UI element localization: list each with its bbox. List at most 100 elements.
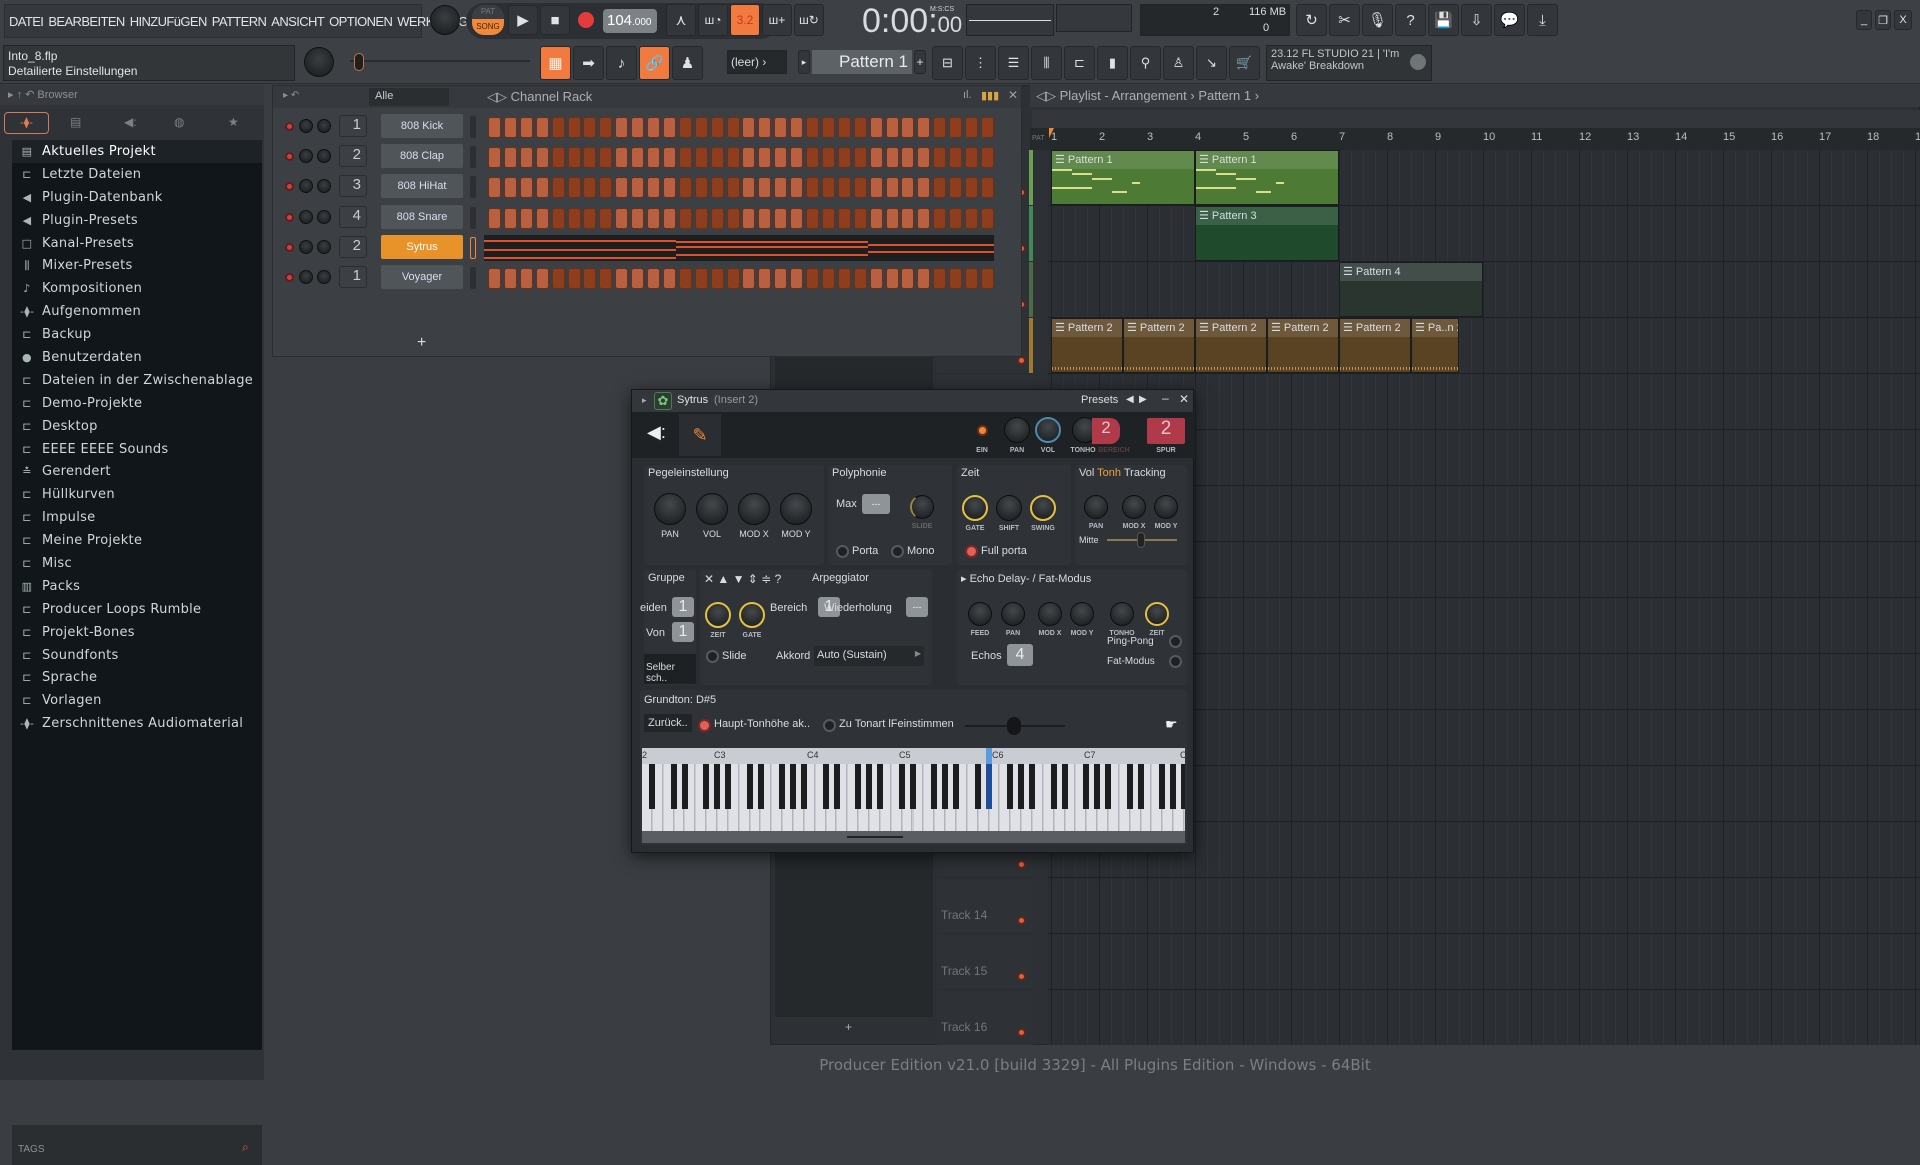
- tracking-pan-knob[interactable]: [1084, 495, 1108, 519]
- channel-name-button[interactable]: 808 Snare: [381, 204, 463, 229]
- step-button[interactable]: [901, 207, 915, 229]
- step-button[interactable]: [551, 117, 565, 138]
- step-button[interactable]: [742, 147, 756, 169]
- ein-led[interactable]: [977, 425, 988, 436]
- channel-pan-knob[interactable]: [299, 179, 313, 194]
- browser-item[interactable]: ▤ Aktuelles Projekt: [12, 140, 262, 163]
- step-button[interactable]: [869, 117, 883, 138]
- black-key[interactable]: [724, 764, 732, 809]
- step-button[interactable]: [980, 177, 994, 199]
- step-button[interactable]: [869, 147, 883, 169]
- step-button[interactable]: [965, 207, 978, 229]
- channel-pan-knob[interactable]: [299, 119, 313, 133]
- minimize-button[interactable]: _: [1856, 10, 1872, 30]
- tracking-mod-y-knob[interactable]: [1154, 495, 1178, 519]
- step-button[interactable]: [901, 177, 915, 199]
- add-channel-button[interactable]: +: [417, 334, 426, 352]
- step-button[interactable]: [503, 207, 517, 229]
- pegel-vol-knob[interactable]: [696, 493, 728, 525]
- presets-button[interactable]: Presets: [1081, 394, 1118, 406]
- step-button[interactable]: [949, 268, 963, 289]
- channel-volume-knob[interactable]: [317, 179, 331, 194]
- channel-name-button[interactable]: 808 HiHat: [381, 174, 463, 199]
- browser-item[interactable]: ● Benutzerdaten: [12, 346, 262, 369]
- step-button[interactable]: [821, 117, 835, 138]
- black-key[interactable]: [1093, 764, 1101, 809]
- wait-for-input-icon[interactable]: ш◔: [698, 4, 728, 36]
- step-button[interactable]: [631, 117, 645, 138]
- menu-item-2[interactable]: HINZUFüGEN: [130, 14, 208, 29]
- step-button[interactable]: [599, 207, 613, 229]
- channel-select-indicator[interactable]: [470, 146, 476, 169]
- step-button[interactable]: [488, 268, 501, 289]
- playlist-clip[interactable]: ☰ Pattern 2: [1195, 318, 1267, 373]
- step-button[interactable]: [583, 177, 597, 199]
- step-button[interactable]: [869, 177, 883, 199]
- save-icon[interactable]: 💾: [1428, 4, 1459, 36]
- black-key[interactable]: [865, 764, 873, 809]
- record-button[interactable]: [578, 12, 594, 28]
- channel-select-indicator[interactable]: [470, 176, 476, 199]
- playhead-marker[interactable]: [1049, 128, 1054, 138]
- step-button[interactable]: [821, 147, 835, 169]
- stop-button[interactable]: ■: [540, 5, 570, 35]
- step-button[interactable]: [933, 117, 947, 138]
- channel-volume-knob[interactable]: [317, 119, 331, 133]
- black-key[interactable]: [876, 764, 884, 809]
- step-button[interactable]: [488, 177, 501, 199]
- step-button[interactable]: [790, 268, 804, 289]
- step-button[interactable]: [885, 177, 899, 199]
- step-button[interactable]: [567, 177, 581, 199]
- step-button[interactable]: [980, 268, 994, 289]
- zeit-gate-knob[interactable]: [962, 495, 988, 521]
- track-mute-led[interactable]: [1017, 972, 1026, 981]
- step-button[interactable]: [662, 268, 676, 289]
- browser-item[interactable]: ⊏ Hüllkurven: [12, 483, 262, 506]
- step-button[interactable]: [615, 268, 629, 289]
- chat-icon[interactable]: 💬: [1494, 4, 1525, 36]
- master-volume-knob[interactable]: [430, 5, 460, 35]
- browser-all-tab[interactable]: -⧫-: [4, 112, 49, 134]
- step-button[interactable]: [710, 117, 724, 138]
- tracking-tonh-tab[interactable]: Tonh: [1097, 467, 1121, 479]
- browser-favorites-tab[interactable]: ★: [228, 115, 239, 129]
- track-mute-led[interactable]: [1017, 916, 1026, 925]
- step-button[interactable]: [980, 207, 994, 229]
- add-track-button[interactable]: +: [845, 1020, 852, 1034]
- step-button[interactable]: [647, 177, 660, 199]
- step-button[interactable]: [599, 117, 613, 138]
- step-button[interactable]: [551, 207, 565, 229]
- step-button[interactable]: [631, 177, 645, 199]
- black-key[interactable]: [1169, 764, 1177, 809]
- pegel-pan-knob[interactable]: [654, 493, 686, 525]
- step-button[interactable]: [742, 268, 756, 289]
- step-button[interactable]: [694, 117, 708, 138]
- playlist-clip[interactable]: ☰ Pattern 1: [1195, 150, 1339, 205]
- slide-knob[interactable]: [910, 495, 934, 519]
- browser-item[interactable]: ⊏ Meine Projekte: [12, 529, 262, 552]
- vol-knob[interactable]: [1035, 417, 1061, 443]
- step-button[interactable]: [535, 147, 549, 169]
- step-button[interactable]: [647, 207, 660, 229]
- step-button[interactable]: [519, 147, 533, 169]
- channel-name-button[interactable]: 808 Clap: [381, 144, 463, 169]
- step-button[interactable]: [535, 207, 549, 229]
- von-spinner[interactable]: 1: [672, 622, 694, 642]
- playlist-clip[interactable]: ☰ Pattern 2: [1339, 318, 1411, 373]
- browser-plugins-tab[interactable]: ◀:: [124, 115, 137, 129]
- black-key[interactable]: [822, 764, 830, 809]
- step-button[interactable]: [726, 177, 740, 199]
- black-key[interactable]: [757, 764, 765, 809]
- black-key[interactable]: [1061, 764, 1069, 809]
- step-button[interactable]: [758, 207, 772, 229]
- pattern-selector[interactable]: Pattern 1: [812, 50, 912, 74]
- black-key[interactable]: [1006, 764, 1014, 809]
- browser-item[interactable]: ≛ Gerendert: [12, 460, 262, 483]
- step-button[interactable]: [965, 177, 978, 199]
- download-icon[interactable]: ⤓: [1527, 4, 1558, 36]
- step-button[interactable]: [917, 177, 931, 199]
- tracking-mod-x-knob[interactable]: [1122, 495, 1146, 519]
- step-button[interactable]: [853, 207, 867, 229]
- step-button[interactable]: [694, 147, 708, 169]
- playlist-clip[interactable]: ☰ Pattern 1: [1051, 150, 1195, 205]
